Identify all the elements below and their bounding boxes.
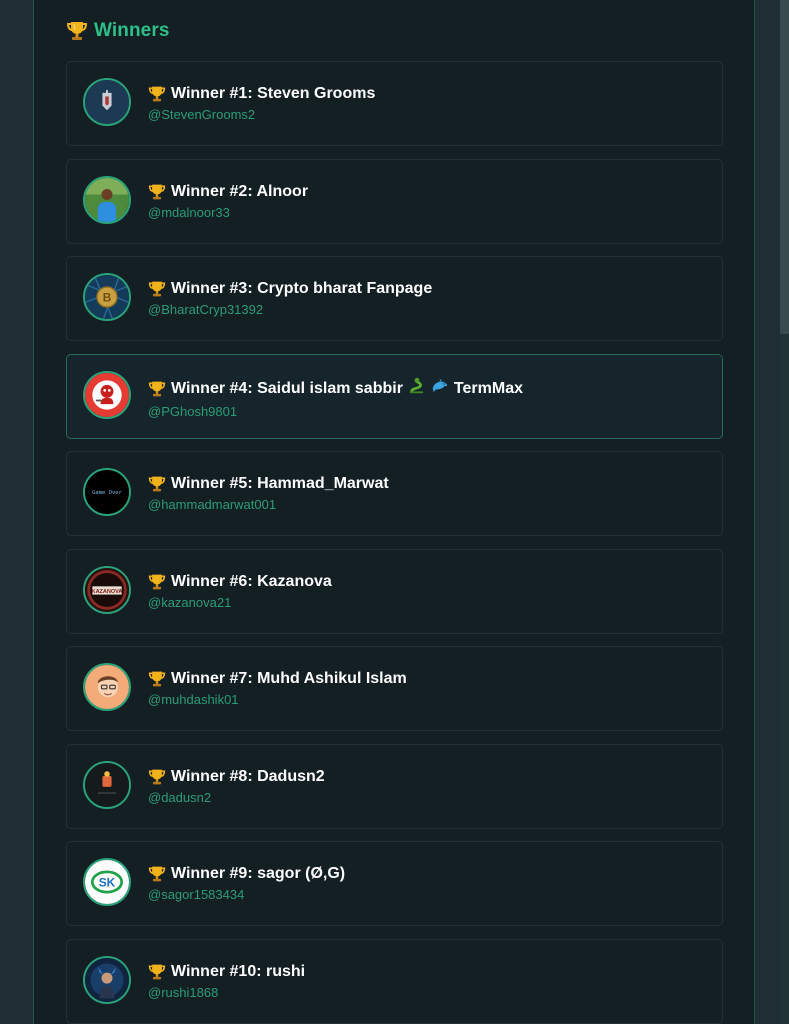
winner-handle[interactable]: @BharatCryp31392: [148, 302, 432, 318]
winner-title: Winner #1: Steven Grooms: [148, 84, 375, 104]
trophy-icon: [148, 573, 166, 591]
avatar[interactable]: [83, 663, 131, 711]
winner-name: Winner #8: Dadusn2: [171, 767, 325, 785]
winner-name-suffix: TermMax: [453, 379, 523, 397]
winner-card[interactable]: Winner #1: Steven Grooms @StevenGrooms2: [66, 61, 723, 146]
winner-title: Winner #8: Dadusn2: [148, 767, 325, 787]
avatar[interactable]: [83, 760, 131, 809]
trophy-icon: [148, 85, 166, 103]
winner-card[interactable]: Winner #8: Dadusn2 @dadusn2: [66, 743, 723, 829]
winner-title: Winner #5: Hammad_Marwat: [148, 474, 389, 494]
avatar[interactable]: Game Over: [83, 468, 131, 516]
winner-handle[interactable]: @muhdashik01: [148, 692, 407, 708]
winner-title: Winner #10: rushi: [148, 962, 305, 982]
scrollbar-thumb[interactable]: [780, 0, 789, 334]
snake-icon: [408, 377, 426, 401]
dolphin-icon: [431, 377, 449, 401]
winner-handle[interactable]: @PGhosh9801: [148, 404, 523, 420]
scrollbar[interactable]: [780, 0, 789, 1024]
winner-card[interactable]: Winner #7: Muhd Ashikul Islam @muhdashik…: [66, 646, 723, 731]
trophy-icon: [148, 670, 166, 688]
avatar-text: KAZANOVA: [92, 588, 123, 594]
avatar[interactable]: [83, 955, 131, 1004]
avatar-text: Game Over: [92, 490, 122, 496]
winner-title: Winner #3: Crypto bharat Fanpage: [148, 279, 432, 299]
trophy-icon: [148, 380, 166, 398]
winner-name: Winner #1: Steven Grooms: [171, 85, 376, 102]
winner-card[interactable]: Game Over Winner #5: Hammad_Marwat @hamm…: [66, 451, 723, 536]
winner-handle[interactable]: @kazanova21: [148, 595, 332, 611]
winner-title: Winner #6: Kazanova: [148, 572, 332, 592]
winner-card[interactable]: B Winner #3: Crypto bharat Fanpage @Bhar…: [66, 256, 723, 341]
winner-handle[interactable]: @hammadmarwat001: [148, 497, 389, 513]
winners-list: Winner #1: Steven Grooms @StevenGrooms2: [66, 61, 723, 1024]
avatar-text: SK: [99, 876, 116, 890]
avatar[interactable]: [83, 175, 131, 224]
winner-name: Winner #5: Hammad_Marwat: [171, 475, 389, 492]
winner-handle[interactable]: @rushi1868: [148, 985, 305, 1001]
section-heading: Winners: [66, 20, 170, 42]
winner-handle[interactable]: @sagor1583434: [148, 887, 345, 903]
winner-card[interactable]: Winner #2: Alnoor @mdalnoor33: [66, 158, 723, 244]
winner-handle[interactable]: @mdalnoor33: [148, 205, 308, 221]
avatar[interactable]: [83, 370, 131, 419]
svg-text:B: B: [103, 291, 112, 305]
trophy-icon: [148, 865, 166, 883]
winner-name: Winner #6: Kazanova: [171, 572, 332, 590]
trophy-icon: [148, 768, 166, 786]
winner-name: Winner #4: Saidul islam sabbir: [171, 379, 403, 397]
trophy-icon: [148, 280, 166, 298]
winner-card[interactable]: Winner #10: rushi @rushi1868: [66, 938, 723, 1024]
winner-card[interactable]: SK Winner #9: sagor (Ø,G) @sagor1583434: [66, 841, 723, 926]
winner-card[interactable]: KAZANOVA Winner #6: Kazanova @kazanova21: [66, 548, 723, 634]
winner-title: Winner #7: Muhd Ashikul Islam: [148, 669, 407, 689]
winner-name: Winner #2: Alnoor: [171, 182, 309, 200]
winner-name: Winner #9: sagor (Ø,G): [171, 865, 346, 882]
winner-title: Winner #2: Alnoor: [148, 182, 308, 202]
trophy-icon: [148, 183, 166, 201]
winner-name: Winner #3: Crypto bharat Fanpage: [171, 280, 433, 297]
trophy-icon: [66, 20, 88, 42]
winner-title: Winner #4: Saidul islam sabbir TermMax: [148, 377, 523, 401]
winner-name: Winner #10: rushi: [171, 962, 306, 980]
winner-card[interactable]: Winner #4: Saidul islam sabbir TermMax @…: [66, 353, 723, 439]
avatar[interactable]: B: [83, 273, 131, 321]
winner-name: Winner #7: Muhd Ashikul Islam: [171, 670, 407, 687]
avatar[interactable]: [83, 78, 131, 126]
trophy-icon: [148, 963, 166, 981]
winner-handle[interactable]: @dadusn2: [148, 790, 325, 806]
winner-title: Winner #9: sagor (Ø,G): [148, 864, 345, 884]
winners-page: Winners Winner #1: Steven Grooms @Steven…: [0, 0, 789, 1024]
winner-handle[interactable]: @StevenGrooms2: [148, 107, 375, 123]
trophy-icon: [148, 475, 166, 493]
section-title: Winners: [94, 20, 170, 41]
avatar[interactable]: KAZANOVA: [83, 565, 131, 614]
avatar[interactable]: SK: [83, 858, 131, 906]
